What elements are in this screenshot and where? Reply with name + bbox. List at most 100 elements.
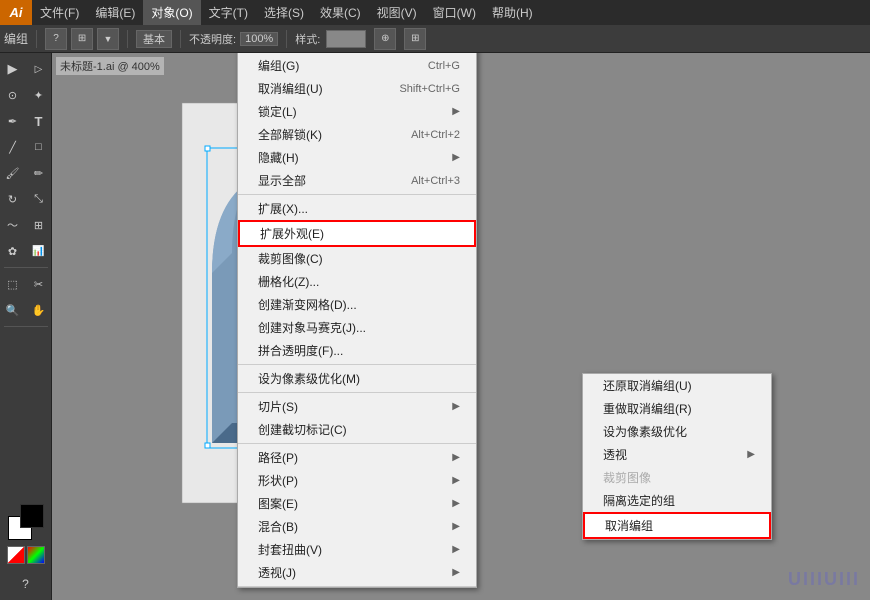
slice-tool[interactable]: ✂ [27,272,51,296]
style-options[interactable]: ⊕ [374,28,396,50]
toolbar-separator-4 [286,30,287,48]
context-pixel-perfect[interactable]: 设为像素级优化 [583,420,771,443]
toolbar-separator-3 [180,30,181,48]
menu-section-5: 切片(S) ▶ 创建截切标记(C) [238,393,476,444]
menu-item-group[interactable]: 编组(G) Ctrl+G [238,54,476,77]
menu-effect[interactable]: 效果(C) [312,0,369,25]
menu-item-unlock-all[interactable]: 全部解锁(K) Alt+Ctrl+2 [238,123,476,146]
group-label: 编组 [4,30,28,47]
rotate-tool[interactable]: ↻ [1,187,25,211]
menu-view[interactable]: 视图(V) [369,0,425,25]
toolbar-separator-2 [127,30,128,48]
menu-window[interactable]: 窗口(W) [425,0,484,25]
tools-panel: ▶ ▷ ⊙ ✦ ✒ T ╱ □ 🖌 ✏ ↻ ⤡ 〜 ⊞ ✿ 📊 [0,53,52,600]
app-logo: Ai [0,0,32,25]
menu-section-3: 扩展(X)... 扩展外观(E) 裁剪图像(C) 栅格化(Z)... 创建渐变网… [238,195,476,365]
zoom-tool[interactable]: 🔍 [1,298,25,322]
context-crop-image: 裁剪图像 [583,466,771,489]
style-swatch[interactable] [326,30,366,48]
menu-item-crop-image[interactable]: 裁剪图像(C) [238,247,476,270]
symbol-sprayer[interactable]: ✿ [1,239,25,263]
menu-item-create-trim-marks[interactable]: 创建截切标记(C) [238,418,476,441]
context-section-3: 透视 ▶ [583,443,771,466]
menu-item-slice[interactable]: 切片(S) ▶ [238,395,476,418]
pencil-tool[interactable]: ✏ [27,161,51,185]
menu-item-expand-appearance[interactable]: 扩展外观(E) [238,220,476,247]
opacity-label: 不透明度: [189,31,236,47]
lasso-tool[interactable]: ⊙ [1,83,25,107]
context-ungroup[interactable]: 取消编组 [583,512,771,539]
menu-item-hide[interactable]: 隐藏(H) ▶ [238,146,476,169]
color-swatch-area[interactable] [8,504,44,540]
grid-icon[interactable]: ⊞ [404,28,426,50]
menu-text[interactable]: 文字(T) [201,0,256,25]
object-dropdown-menu: 变换(T) ▶ 排列(A) ▶ 编组(G) Ctrl+G 取消编组(U [237,53,477,588]
paint-brush-tool[interactable]: 🖌 [1,161,25,185]
menu-items: 文件(F) 编辑(E) 对象(O) 文字(T) 选择(S) 效果(C) 视图(V… [32,0,541,25]
menu-item-rasterize[interactable]: 栅格化(Z)... [238,270,476,293]
menu-item-show-all[interactable]: 显示全部 Alt+Ctrl+3 [238,169,476,192]
style-label: 样式: [295,31,320,47]
menu-item-flatten-transparency[interactable]: 拼合透明度(F)... [238,339,476,362]
column-graph[interactable]: 📊 [27,239,51,263]
menu-item-ungroup[interactable]: 取消编组(U) Shift+Ctrl+G [238,77,476,100]
mode-label: 基本 [136,30,172,48]
dropdown-container: 变换(T) ▶ 排列(A) ▶ 编组(G) Ctrl+G 取消编组(U [237,53,477,588]
type-tool[interactable]: T [27,109,51,133]
menu-item-object-mosaic[interactable]: 创建对象马赛克(J)... [238,316,476,339]
context-perspective[interactable]: 透视 ▶ [583,443,771,466]
menu-select[interactable]: 选择(S) [256,0,312,25]
menu-section-4: 设为像素级优化(M) [238,365,476,393]
toolbar-separator-1 [36,30,37,48]
artboard-tool[interactable]: ⬚ [1,272,25,296]
rect-tool[interactable]: □ [27,135,51,159]
menu-section-2: 编组(G) Ctrl+G 取消编组(U) Shift+Ctrl+G 锁定(L) … [238,53,476,195]
question-tool[interactable]: ? [14,572,38,596]
opacity-value[interactable]: 100% [240,32,278,46]
pen-tool[interactable]: ✒ [1,109,25,133]
tool-sep-2 [4,326,48,327]
menu-item-envelope-distort[interactable]: 封套扭曲(V) ▶ [238,538,476,561]
scale-tool[interactable]: ⤡ [27,187,51,211]
context-section-4: 裁剪图像 隔离选定的组 取消编组 [583,466,771,539]
align-icon[interactable]: ⊞ [71,28,93,50]
context-redo-ungroup[interactable]: 重做取消编组(R) [583,397,771,420]
menu-section-6: 路径(P) ▶ 形状(P) ▶ 图案(E) ▶ 混合(B) ▶ [238,444,476,587]
color-swatches [7,504,45,568]
context-section-2: 设为像素级优化 [583,420,771,443]
context-menu: 还原取消编组(U) 重做取消编组(R) 设为像素级优化 透视 ▶ 裁剪图 [582,373,772,540]
warp-tool[interactable]: 〜 [1,213,25,237]
line-tool[interactable]: ╱ [1,135,25,159]
menu-item-perspective[interactable]: 透视(J) ▶ [238,561,476,584]
menu-item-lock[interactable]: 锁定(L) ▶ [238,100,476,123]
menu-file[interactable]: 文件(F) [32,0,87,25]
menu-item-pattern[interactable]: 图案(E) ▶ [238,492,476,515]
menu-bar: Ai 文件(F) 编辑(E) 对象(O) 文字(T) 选择(S) 效果(C) 视… [0,0,870,25]
transform-icon[interactable]: ? [45,28,67,50]
menu-item-path[interactable]: 路径(P) ▶ [238,446,476,469]
main-canvas: 未标题-1.ai @ 400% UIIIUIII [52,53,870,600]
none-swatch[interactable] [7,546,25,564]
direct-select-tool[interactable]: ▷ [27,57,51,81]
context-isolate-group[interactable]: 隔离选定的组 [583,489,771,512]
tool-sep [4,267,48,268]
menu-item-pixel-perfect[interactable]: 设为像素级优化(M) [238,367,476,390]
watermark: UIIIUIII [788,569,860,590]
select-tool[interactable]: ▶ [1,57,25,81]
gradient-swatch[interactable] [27,546,45,564]
menu-help[interactable]: 帮助(H) [484,0,541,25]
canvas-area: ▶ ▷ ⊙ ✦ ✒ T ╱ □ 🖌 ✏ ↻ ⤡ 〜 ⊞ ✿ 📊 [0,53,870,600]
hand-tool[interactable]: ✋ [27,298,51,322]
menu-edit[interactable]: 编辑(E) [87,0,143,25]
mode-dropdown[interactable]: ▼ [97,28,119,50]
magic-wand-tool[interactable]: ✦ [27,83,51,107]
menu-item-blend[interactable]: 混合(B) ▶ [238,515,476,538]
menu-item-expand[interactable]: 扩展(X)... [238,197,476,220]
toolbar: 编组 ? ⊞ ▼ 基本 不透明度: 100% 样式: ⊕ ⊞ [0,25,870,53]
menu-item-gradient-mesh[interactable]: 创建渐变网格(D)... [238,293,476,316]
context-undo-ungroup[interactable]: 还原取消编组(U) [583,374,771,397]
context-section-1: 还原取消编组(U) 重做取消编组(R) [583,374,771,420]
free-transform-tool[interactable]: ⊞ [27,213,51,237]
menu-item-shape[interactable]: 形状(P) ▶ [238,469,476,492]
menu-object[interactable]: 对象(O) [143,0,200,25]
